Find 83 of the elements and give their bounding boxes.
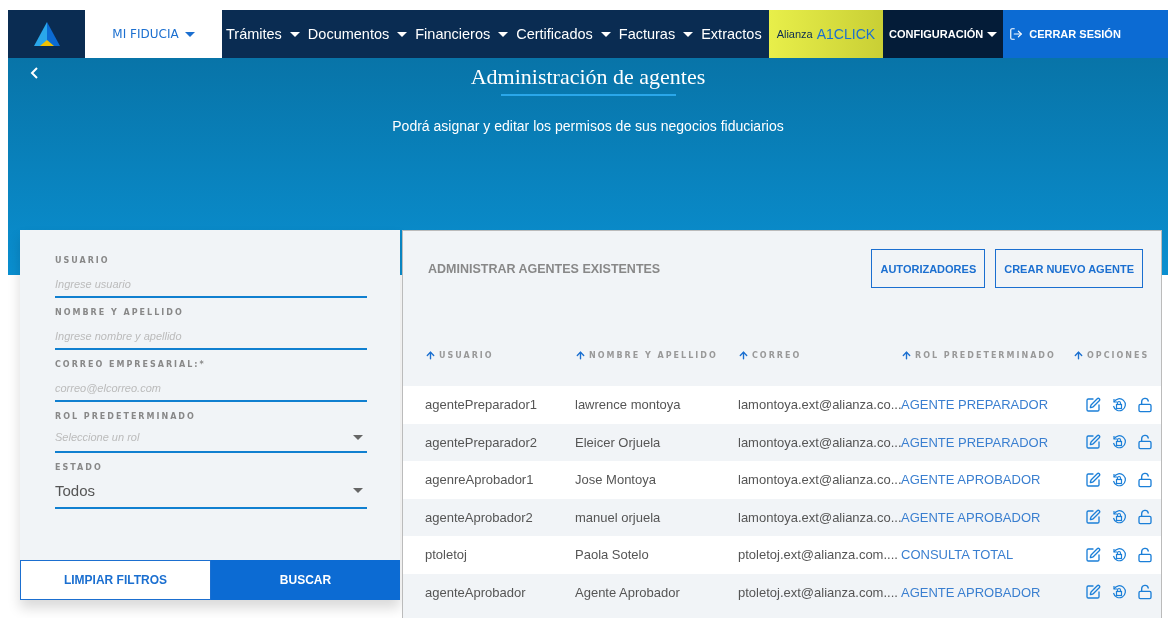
open-lock-icon[interactable] [1137,396,1153,413]
edit-icon[interactable] [1085,509,1101,526]
field-label: NOMBRE Y APELLIDO [55,308,185,317]
open-lock-icon[interactable] [1137,434,1153,451]
sort-arrow-icon [1073,350,1084,361]
table-cell-text: Jose Montoya [575,472,657,488]
role-cell-text: CONSULTA TOTAL [901,547,1015,563]
reset-lock-icon[interactable] [1111,434,1127,451]
column-header[interactable]: CORREO [738,350,901,361]
sort-arrow-icon [425,350,436,361]
sort-arrow-icon [738,350,749,361]
open-lock-icon[interactable] [1137,471,1153,488]
promo-prefix: Alianza [776,28,813,40]
search-button[interactable]: BUSCAR [211,560,400,600]
table-cell-text: Agente Aprobador [575,584,681,600]
sort-arrow-icon [575,350,586,361]
clear-filters-button[interactable]: LIMPIAR FILTROS [20,560,211,600]
logout-button[interactable]: CERRAR SESIÓN [1003,10,1168,58]
column-header[interactable]: USUARIO [425,350,575,361]
open-lock-icon[interactable] [1137,509,1153,526]
field-label: ESTADO [55,463,104,472]
table-cell-text: ptoletoj.ext@alianza.com.... [738,584,899,600]
table-cell-text: manuel orjuela [575,509,662,525]
panel-title: ADMINISTRAR AGENTES EXISTENTES [428,261,662,276]
back-chevron-icon[interactable] [30,67,38,79]
nav-link[interactable]: Facturas [614,10,698,58]
nav-link[interactable]: Financieros [411,10,513,58]
sort-arrow-icon [901,350,912,361]
nav-link[interactable]: Extractos [697,10,766,58]
edit-icon[interactable] [1085,434,1101,451]
role-cell-text: AGENTE APROBADOR [901,509,1042,525]
table-cell-text: lawrence montoya [575,397,682,413]
table-cell-text: agenteAprobador2 [425,509,534,525]
table-cell: lamontoya.ext@alianza.co... [738,397,901,413]
edit-icon[interactable] [1085,396,1101,413]
logo-icon [33,22,60,46]
table-cell: lamontoya.ext@alianza.co... [738,509,901,525]
reset-lock-icon[interactable] [1111,584,1127,601]
caret-icon [184,31,195,37]
page-subtitle: Podrá asignar y editar los permisos de sus negocios fiduciarios [392,118,784,134]
settings-menu[interactable]: CONFIGURACIÓN [883,10,1004,58]
role-cell-text: AGENTE APROBADOR [901,472,1042,488]
caret-icon [353,434,363,440]
table-cell: lamontoya.ext@alianza.co... [738,434,901,450]
role-cell-text: AGENTE PREPARADOR [901,397,1050,413]
menu-dropdown[interactable]: MI FIDUCIA [85,10,222,58]
reset-lock-icon[interactable] [1111,546,1127,563]
nav-link[interactable]: Documentos [303,10,412,58]
reset-lock-icon[interactable] [1111,471,1127,488]
table-cell-text: ptoletoj [425,547,468,563]
logout-icon [1009,27,1024,41]
table-cell-text: Eleicer Orjuela [575,434,662,450]
outline-button[interactable]: AUTORIZADORES [871,249,986,288]
reset-lock-icon[interactable] [1111,396,1127,413]
input-field[interactable]: Ingrese usuario [55,278,367,298]
page-title: Administración de agentes [470,64,706,90]
caret-icon [987,31,998,37]
open-lock-icon[interactable] [1137,584,1153,601]
input-field[interactable]: correo@elcorreo.com [55,382,367,402]
role-cell-text: AGENTE APROBADOR [901,584,1042,600]
table-cell-text: ptoletoj.ext@alianza.com.... [738,547,899,563]
open-lock-icon[interactable] [1137,546,1153,563]
edit-icon[interactable] [1085,546,1101,563]
select-field[interactable]: Todos [55,480,367,509]
edit-icon[interactable] [1085,471,1101,488]
table-cell-text: Paola Sotelo [575,547,650,563]
promo-link[interactable]: Alianza A1CLICK [768,10,884,58]
caret-icon [353,488,363,493]
table-cell-text: agentePreparador2 [425,434,539,450]
nav-link[interactable]: Certificados [512,10,615,58]
table-cell-text: agenreAprobador1 [425,472,535,488]
field-label: CORREO EMPRESARIAL:* [55,360,207,369]
table-cell: lamontoya.ext@alianza.co... [738,472,901,488]
nav-link[interactable]: Trámites [222,10,304,58]
table-cell-text: agenteAprobador [425,584,527,600]
edit-icon[interactable] [1085,584,1101,601]
promo-brand: A1CLICK [816,26,876,42]
table-cell-text: agentePreparador1 [425,397,539,413]
reset-lock-icon[interactable] [1111,509,1127,526]
role-cell-text: AGENTE PREPARADOR [901,434,1050,450]
field-label: USUARIO [55,256,111,265]
outline-button[interactable]: CREAR NUEVO AGENTE [995,249,1143,288]
field-label: ROL PREDETERMINADO [55,412,197,421]
